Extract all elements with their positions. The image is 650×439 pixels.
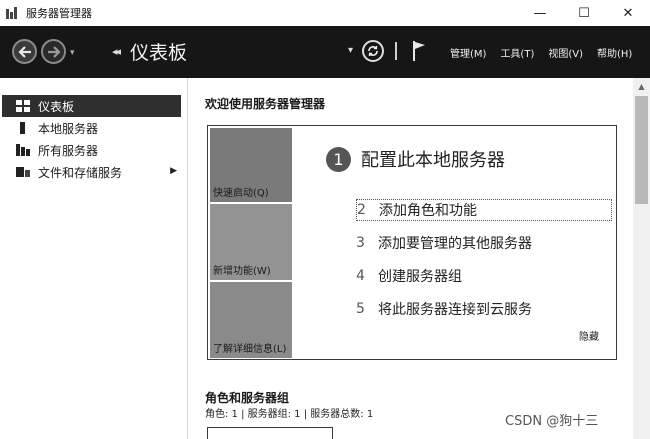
servers-icon <box>16 144 30 156</box>
step-configure-local-server[interactable]: 1 配置此本地服务器 <box>326 146 505 172</box>
maximize-button[interactable]: ☐ <box>562 0 606 26</box>
window-controls: — ☐ ✕ <box>518 0 650 26</box>
sidebar-item-label: 本地服务器 <box>38 121 99 136</box>
step-label: 添加角色和功能 <box>379 203 477 219</box>
tile-label: 了解详细信息(L) <box>213 344 287 355</box>
step-create-server-group[interactable]: 4 创建服务器组 <box>356 265 462 287</box>
menu-bar: 管理(M) 工具(T) 视图(V) 帮助(H) <box>450 45 632 60</box>
sidebar-item-local-server[interactable]: 本地服务器 <box>2 117 181 139</box>
step-connect-cloud[interactable]: 5 将此服务器连接到云服务 <box>356 298 532 320</box>
menu-help[interactable]: 帮助(H) <box>597 45 632 60</box>
step-label: 配置此本地服务器 <box>361 150 505 171</box>
sidebar-item-all-servers[interactable]: 所有服务器 <box>2 139 181 161</box>
step-add-servers[interactable]: 3 添加要管理的其他服务器 <box>356 232 532 254</box>
welcome-title: 欢迎使用服务器管理器 <box>205 97 326 111</box>
sidebar-item-file-storage[interactable]: 文件和存储服务 ▶ <box>2 161 181 183</box>
sidebar-item-label: 仪表板 <box>38 99 75 114</box>
toolbar-separator <box>395 42 397 60</box>
vertical-scrollbar[interactable]: ▲ <box>633 78 650 439</box>
step-number-badge: 1 <box>326 146 351 172</box>
role-card[interactable] <box>207 427 333 439</box>
tile-label: 新增功能(W) <box>213 266 271 277</box>
sidebar-item-label: 文件和存储服务 <box>38 165 123 180</box>
main-content: 欢迎使用服务器管理器 快速启动(Q) 新增功能(W) 了解详细信息(L) 1 配… <box>189 78 650 439</box>
notifications-flag-button[interactable] <box>411 40 427 62</box>
step-number: 2 <box>357 202 366 218</box>
page-title: 仪表板 <box>130 42 188 64</box>
chevron-right-icon: ▶ <box>170 166 177 176</box>
tile-learn-more[interactable]: 了解详细信息(L) <box>210 282 292 358</box>
roles-section-title: 角色和服务器组 <box>205 391 290 405</box>
menu-manage[interactable]: 管理(M) <box>450 45 486 60</box>
sidebar-item-dashboard[interactable]: 仪表板 <box>2 95 181 117</box>
sidebar: 仪表板 本地服务器 所有服务器 文件和存储服务 ▶ <box>0 78 188 439</box>
minimize-button[interactable]: — <box>518 0 562 26</box>
storage-icon <box>16 167 30 177</box>
hide-link[interactable]: 隐藏 <box>579 328 599 343</box>
tile-label: 快速启动(Q) <box>213 188 269 199</box>
step-number: 5 <box>356 301 365 317</box>
refresh-icon <box>368 45 378 57</box>
roles-summary: 角色: 1 | 服务器组: 1 | 服务器总数: 1 <box>205 409 374 420</box>
step-number: 4 <box>356 268 365 284</box>
tile-whats-new[interactable]: 新增功能(W) <box>210 204 292 280</box>
step-add-roles-features[interactable]: 2 添加角色和功能 <box>356 199 612 221</box>
chevron-down-icon[interactable]: ▾ <box>348 45 353 56</box>
refresh-button[interactable] <box>362 40 384 62</box>
step-label: 创建服务器组 <box>378 269 462 285</box>
tile-quick-start[interactable]: 快速启动(Q) <box>210 128 292 202</box>
sidebar-item-label: 所有服务器 <box>38 143 99 158</box>
step-number: 3 <box>356 235 365 251</box>
close-button[interactable]: ✕ <box>606 0 650 26</box>
menu-view[interactable]: 视图(V) <box>548 45 583 60</box>
watermark: CSDN @狗十三 <box>505 414 599 429</box>
quick-start-panel: 快速启动(Q) 新增功能(W) 了解详细信息(L) 1 配置此本地服务器 2 添… <box>207 125 617 360</box>
history-dropdown-icon[interactable]: ▾ <box>70 48 75 58</box>
dashboard-grid-icon <box>16 100 30 112</box>
step-label: 添加要管理的其他服务器 <box>378 236 532 252</box>
breadcrumb-arrows: ◂◂ <box>112 45 121 58</box>
window-title: 服务器管理器 <box>26 7 92 20</box>
header-toolbar: ▾ ◂◂ 仪表板 ▾ 管理(M) 工具(T) 视图(V) 帮助(H) <box>0 26 650 78</box>
arrow-right-icon <box>47 45 61 58</box>
forward-button[interactable] <box>41 39 66 64</box>
server-icon <box>20 122 25 134</box>
arrow-left-icon <box>17 45 31 58</box>
title-bar: 服务器管理器 — ☐ ✕ <box>0 0 650 26</box>
scroll-thumb[interactable] <box>635 96 648 204</box>
step-label: 将此服务器连接到云服务 <box>378 302 532 318</box>
flag-icon <box>413 41 425 61</box>
back-button[interactable] <box>12 39 37 64</box>
server-manager-app-icon <box>6 7 20 19</box>
menu-tools[interactable]: 工具(T) <box>500 45 534 60</box>
scroll-up-icon[interactable]: ▲ <box>633 82 650 94</box>
